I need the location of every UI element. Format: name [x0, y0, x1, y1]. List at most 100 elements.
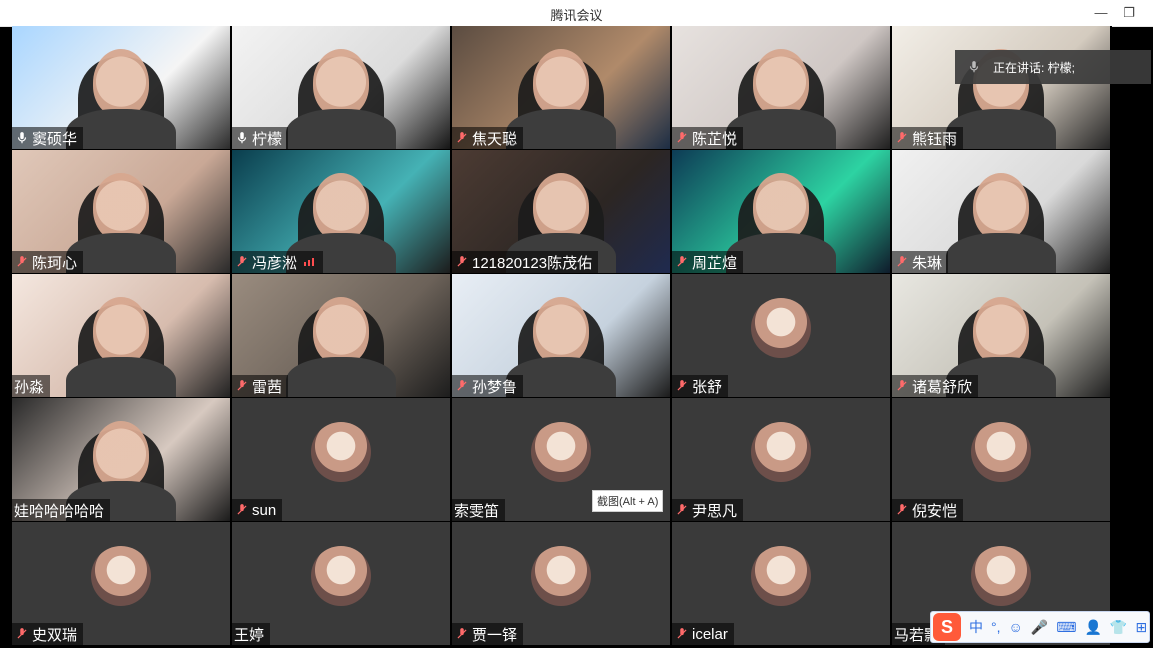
- participant-name: sun: [252, 501, 277, 519]
- participant-avatar: [311, 421, 371, 482]
- participant-nameplate: 陈珂心: [12, 251, 84, 273]
- mic-muted-icon: [894, 502, 910, 518]
- participant-tile[interactable]: 121820123陈茂佑: [452, 150, 670, 273]
- participant-tile[interactable]: 焦天聪: [452, 26, 670, 149]
- participant-nameplate: 冯彦淞: [232, 251, 324, 273]
- minimize-icon: —: [1094, 5, 1108, 20]
- participant-name: 孙梦鲁: [472, 378, 518, 396]
- participant-avatar: [531, 545, 591, 606]
- mic-muted-icon: [674, 626, 690, 642]
- mic-on-icon: [234, 130, 250, 146]
- participant-tile[interactable]: 柠檬: [232, 26, 450, 149]
- participant-tile[interactable]: 张舒: [672, 274, 890, 397]
- ime-item[interactable]: 👕: [1110, 619, 1127, 636]
- participant-shirt: [66, 357, 176, 397]
- ime-item[interactable]: ⊞: [1135, 619, 1147, 636]
- minimize-button[interactable]: —: [1090, 2, 1112, 24]
- participant-nameplate: 窦硕华: [12, 127, 84, 149]
- participant-face: [93, 420, 149, 489]
- ime-toolbar[interactable]: S 中 °, ☺ 🎤 ⌨ 👤 👕 ⊞: [930, 611, 1150, 643]
- mic-muted-icon: [674, 130, 690, 146]
- mic-muted-icon: [14, 254, 30, 270]
- mic-muted-icon: [894, 254, 910, 270]
- participant-nameplate: 朱琳: [892, 251, 949, 273]
- participant-nameplate: 陈芷悦: [672, 127, 744, 149]
- ime-item[interactable]: ☺: [1009, 619, 1023, 635]
- participant-tile[interactable]: 倪安恺: [892, 398, 1110, 521]
- window-titlebar: 腾讯会议 — ❐: [0, 0, 1153, 27]
- participant-nameplate: 贾一铎: [452, 623, 524, 645]
- participant-face: [93, 296, 149, 365]
- participant-nameplate: 孙淼: [12, 375, 51, 397]
- mic-muted-icon: [234, 502, 250, 518]
- signal-strength-icon: [303, 253, 317, 271]
- participant-name: 娃哈哈哈哈哈: [14, 502, 105, 520]
- participant-tile[interactable]: 窦硕华: [12, 26, 230, 149]
- participant-name: 窦硕华: [32, 130, 78, 148]
- participant-nameplate: 娃哈哈哈哈哈: [12, 499, 111, 521]
- participant-nameplate: 索雯笛: [452, 499, 506, 521]
- participant-tile[interactable]: 周芷煊: [672, 150, 890, 273]
- participant-tile[interactable]: 史双瑞: [12, 522, 230, 645]
- participant-tile[interactable]: 陈珂心: [12, 150, 230, 273]
- participant-avatar: [91, 545, 151, 606]
- mic-muted-icon: [454, 130, 470, 146]
- participant-nameplate: 尹思凡: [672, 499, 744, 521]
- mic-muted-icon: [454, 254, 470, 270]
- participant-name: 雷茜: [252, 378, 283, 396]
- participant-face: [313, 48, 369, 117]
- participant-tile[interactable]: 娃哈哈哈哈哈: [12, 398, 230, 521]
- mic-muted-icon: [894, 130, 910, 146]
- participant-nameplate: sun: [232, 499, 283, 521]
- participant-tile[interactable]: 孙梦鲁: [452, 274, 670, 397]
- mic-muted-icon: [14, 626, 30, 642]
- participant-tile[interactable]: 孙淼: [12, 274, 230, 397]
- participant-name: 朱琳: [912, 254, 943, 272]
- mic-muted-icon: [674, 502, 690, 518]
- participant-name: 熊钰雨: [912, 130, 958, 148]
- participant-name: 孙淼: [14, 378, 45, 396]
- participant-tile[interactable]: 朱琳: [892, 150, 1110, 273]
- participant-tile[interactable]: 雷茜: [232, 274, 450, 397]
- participant-tile[interactable]: 冯彦淞: [232, 150, 450, 273]
- participant-face: [973, 172, 1029, 241]
- participant-name: 王婷: [234, 626, 265, 644]
- participant-tile[interactable]: 陈芷悦: [672, 26, 890, 149]
- participant-name: 陈珂心: [32, 254, 78, 272]
- participant-tile[interactable]: 王婷: [232, 522, 450, 645]
- participant-face: [93, 172, 149, 241]
- participant-tile[interactable]: sun: [232, 398, 450, 521]
- participant-avatar: [311, 545, 371, 606]
- participant-tile[interactable]: 诸葛舒欣: [892, 274, 1110, 397]
- participant-tile[interactable]: 贾一铎: [452, 522, 670, 645]
- participant-nameplate: 柠檬: [232, 127, 289, 149]
- ime-item[interactable]: ⌨: [1056, 619, 1076, 636]
- participant-name: 张舒: [692, 378, 723, 396]
- participant-face: [753, 172, 809, 241]
- app-title: 腾讯会议: [550, 8, 603, 23]
- participant-face: [753, 48, 809, 117]
- participant-tile[interactable]: icelar: [672, 522, 890, 645]
- screenshot-tooltip: 截图(Alt + A): [592, 490, 664, 512]
- mic-muted-icon: [674, 378, 690, 394]
- mic-muted-icon: [894, 378, 910, 394]
- participant-nameplate: icelar: [672, 623, 734, 645]
- participant-name: 焦天聪: [472, 130, 518, 148]
- participant-nameplate: 雷茜: [232, 375, 289, 397]
- participant-nameplate: 王婷: [232, 623, 271, 645]
- participant-name: 史双瑞: [32, 626, 78, 644]
- participant-face: [533, 296, 589, 365]
- participant-tile[interactable]: 尹思凡: [672, 398, 890, 521]
- ime-item[interactable]: 🎤: [1031, 619, 1048, 636]
- participant-name: 陈芷悦: [692, 130, 738, 148]
- participant-avatar: [971, 545, 1031, 606]
- mic-on-icon: [14, 130, 30, 146]
- participant-tile[interactable]: 熊钰雨: [892, 26, 1110, 149]
- participant-name: 尹思凡: [692, 502, 738, 520]
- participant-name: icelar: [692, 625, 728, 643]
- mic-muted-icon: [234, 254, 250, 270]
- ime-item[interactable]: 👤: [1084, 619, 1101, 636]
- ime-item[interactable]: 中: [969, 617, 983, 637]
- ime-item[interactable]: °,: [991, 619, 1001, 635]
- restore-button[interactable]: ❐: [1118, 2, 1140, 24]
